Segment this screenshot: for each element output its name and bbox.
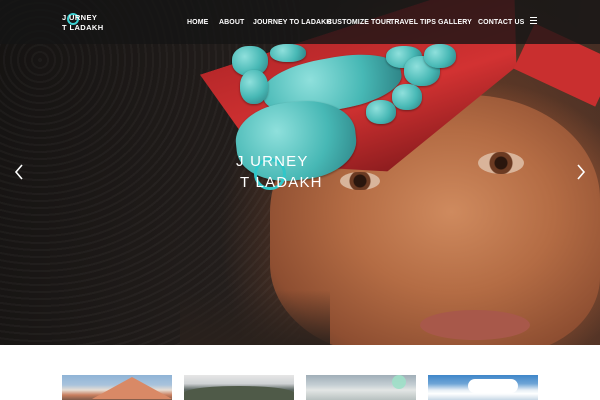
turquoise-stone [424,44,456,68]
nav-item-home[interactable]: HOME [187,19,208,26]
hamburger-menu-icon[interactable] [530,17,537,24]
nav-item-gallery[interactable]: GALLERY [438,19,472,26]
hero-eye-right [478,152,524,174]
main-nav: HOME ABOUT JOURNEY TO LADAKH CUSTOMIZE T… [0,0,600,44]
turquoise-stone [240,70,268,104]
nav-item-customize-tour[interactable]: CUSTOMIZE TOUR [327,19,391,26]
nav-item-travel-tips[interactable]: TRAVEL TIPS [390,19,436,26]
sky-thumbnail[interactable] [428,375,538,400]
slider-next-button[interactable] [574,163,588,181]
hero-logo: J URNEY T LADAKH [232,148,362,196]
chevron-left-icon [14,164,23,180]
valley-thumbnail[interactable] [184,375,294,400]
hero-logo-line1: J URNEY [236,153,309,170]
hero-logo-line2: T LADAKH [240,174,323,191]
hero-lips [420,310,530,340]
top-navbar: J URNEY T LADAKH HOME ABOUT JOURNEY TO L… [0,0,600,44]
slider-prev-button[interactable] [12,163,26,181]
lake-thumbnail[interactable] [306,375,416,400]
turquoise-stone [392,84,422,110]
hero-slider: J URNEY T LADAKH [0,0,600,345]
hero-fabric [180,290,330,345]
nav-item-about[interactable]: ABOUT [219,19,244,26]
nav-item-journey-to-ladakh[interactable]: JOURNEY TO LADAKH [253,19,331,26]
mountain-thumbnail[interactable] [62,375,172,400]
turquoise-stone [366,100,396,124]
chevron-right-icon [577,164,586,180]
nav-item-contact-us[interactable]: CONTACT US [478,19,524,26]
gallery-thumbnails [0,345,600,400]
turquoise-stone [270,44,306,62]
